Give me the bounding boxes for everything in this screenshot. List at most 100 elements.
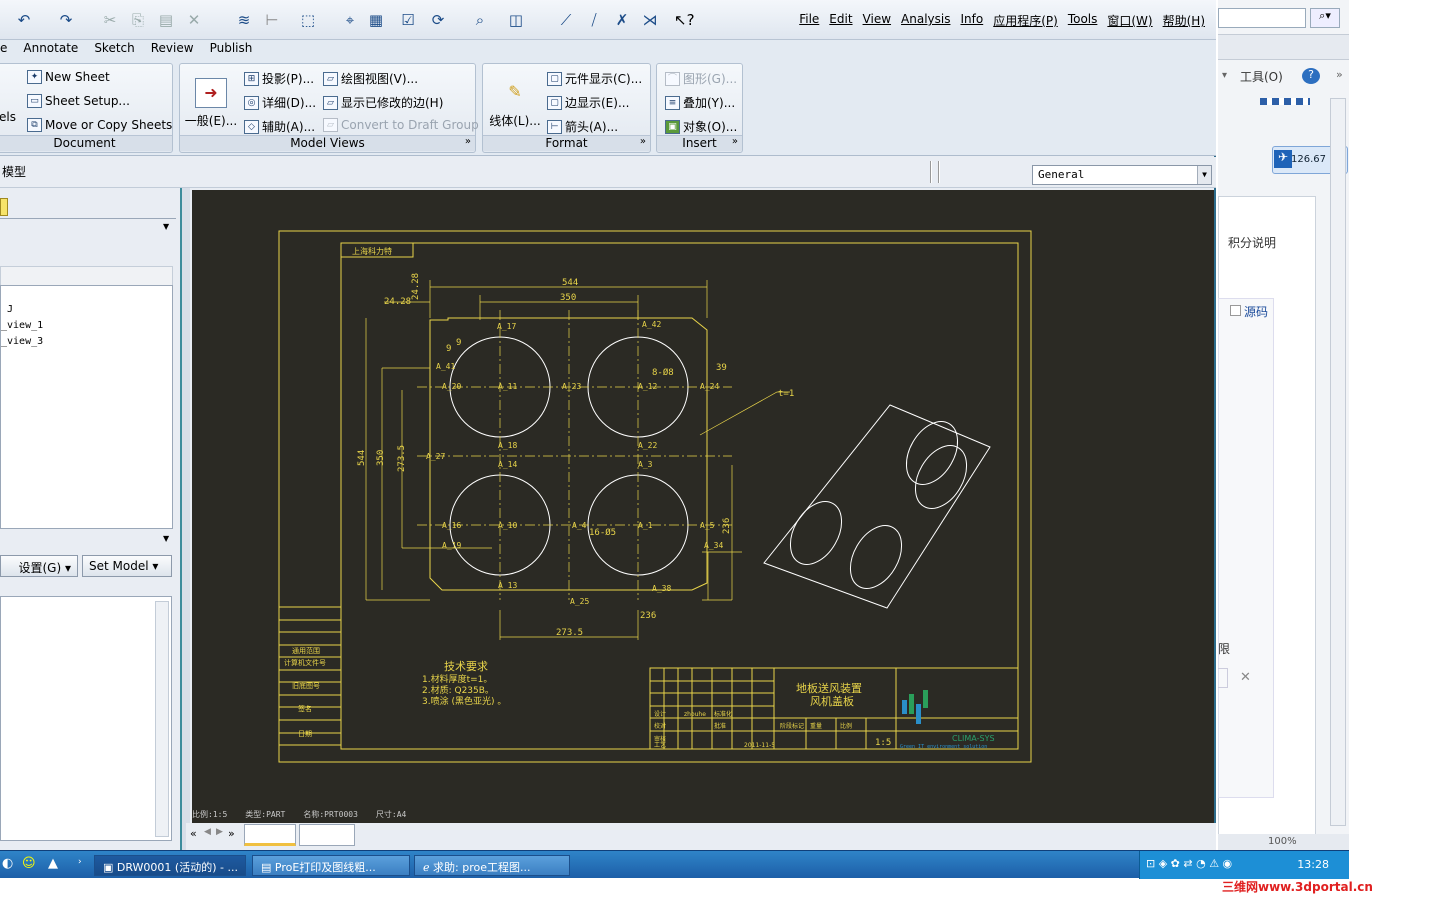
close-icon[interactable]: ✕: [1240, 670, 1251, 685]
scrollbar[interactable]: [155, 601, 169, 837]
copy-icon[interactable]: ⎘: [128, 10, 148, 30]
taskbar-item-pdf[interactable]: ▤ ProE打印及图线粗...: [252, 855, 410, 876]
source-checkbox[interactable]: [1230, 305, 1241, 316]
line-style-button[interactable]: ✎ 线体(L)...: [485, 78, 545, 129]
find-icon[interactable]: ⌖: [340, 10, 360, 30]
view-icon[interactable]: ◫: [506, 10, 526, 30]
help-icon[interactable]: ?: [1302, 68, 1320, 84]
drawing-view-button[interactable]: ▱ 绘图视图(V)...: [323, 70, 418, 87]
settings-button[interactable]: 设置(G) ▾: [0, 555, 78, 577]
arrow-button[interactable]: ⊢ 箭头(A)...: [547, 118, 618, 135]
tools-menu[interactable]: 工具(O): [1240, 68, 1283, 85]
set-model-button[interactable]: Set Model ▾: [82, 555, 172, 577]
input-clip[interactable]: [1218, 668, 1228, 688]
edge-display-button[interactable]: ▢ 边显示(E)...: [547, 94, 629, 111]
paste-icon[interactable]: ▤: [156, 10, 176, 30]
zoom-icon[interactable]: ⌕: [470, 10, 490, 30]
menu-analysis[interactable]: Analysis: [896, 12, 955, 29]
detail-button[interactable]: ◎ 详细(D)...: [244, 94, 316, 111]
layers-icon[interactable]: ≋: [234, 10, 254, 30]
tab-marker[interactable]: [0, 198, 8, 216]
expand-icon[interactable]: »: [465, 136, 471, 147]
select-box-icon[interactable]: ⬚: [298, 10, 318, 30]
last-sheet-icon[interactable]: »: [228, 827, 235, 840]
zoom-level[interactable]: 100%: [1268, 836, 1297, 847]
move-copy-sheets-button[interactable]: ⧉ Move or Copy Sheets: [27, 118, 172, 132]
search-icon[interactable]: ⌕▾: [1310, 8, 1340, 28]
drawing-canvas[interactable]: 544 350 24.28 24.28 9 9 8-Ø8 39 t=1 544 …: [192, 190, 1214, 823]
projection-button[interactable]: ⊞ 投影(P)...: [244, 70, 314, 87]
check-icon[interactable]: ☑: [398, 10, 418, 30]
expand-icon[interactable]: »: [732, 136, 738, 147]
sheet-setup-button[interactable]: ▭ Sheet Setup...: [27, 94, 130, 108]
more-icon[interactable]: »: [1336, 68, 1343, 81]
points-notes-link[interactable]: 积分说明: [1228, 234, 1276, 251]
taskbar-item-ie[interactable]: ℯ 求助: proe工程图...: [414, 855, 570, 876]
menu-info[interactable]: Info: [955, 12, 988, 29]
tab-review[interactable]: Review: [143, 40, 202, 60]
menu-file[interactable]: File: [794, 12, 824, 29]
overlay-button[interactable]: ≡ 叠加(Y)...: [665, 94, 735, 111]
table-icon[interactable]: ▦: [366, 10, 386, 30]
tab-layout[interactable]: e: [0, 40, 15, 60]
taskbar-item-drw[interactable]: ▣ DRW0001 (活动的) - ...: [94, 855, 246, 876]
next-sheet-icon[interactable]: ▶: [216, 827, 223, 837]
divide-icon[interactable]: ⋊: [640, 10, 660, 30]
menu-view[interactable]: View: [858, 12, 896, 29]
chevron-down-icon[interactable]: ▼: [163, 534, 169, 543]
filter-select[interactable]: General ▼: [1032, 165, 1212, 185]
object-button[interactable]: ▣ 对象(O)...: [665, 118, 737, 135]
cut-icon[interactable]: ✂: [100, 10, 120, 30]
new-sheet-button[interactable]: ✦ New Sheet: [27, 70, 110, 84]
model-views-group: ➜ 一般(E)... ⊞ 投影(P)... ◎ 详细(D)... ◇ 辅助(A)... …: [179, 63, 479, 153]
quicklaunch-icon[interactable]: ▲: [48, 856, 58, 871]
quicklaunch-icon[interactable]: ☺: [22, 856, 36, 871]
expand-icon[interactable]: »: [640, 136, 646, 147]
menu-tools[interactable]: Tools: [1063, 12, 1103, 29]
more-icon[interactable]: ›: [78, 857, 82, 867]
help-pointer-icon[interactable]: ↖?: [674, 10, 695, 30]
chevron-down-icon[interactable]: ▼: [1197, 166, 1211, 184]
auxiliary-label: 辅助(A)...: [262, 120, 316, 134]
tree-item[interactable]: _view_3: [1, 336, 43, 347]
convert-draft-group-button[interactable]: ▱ Convert to Draft Group: [323, 118, 479, 132]
chevron-down-icon[interactable]: ▾: [1222, 70, 1227, 81]
sheet-tab[interactable]: [244, 824, 296, 846]
regenerate-icon[interactable]: ⟳: [428, 10, 448, 30]
trim-icon[interactable]: ✗: [612, 10, 632, 30]
undo-icon[interactable]: ↶: [14, 10, 34, 30]
axis-label: A_16: [442, 521, 461, 530]
component-display-button[interactable]: ▢ 元件显示(C)...: [547, 70, 642, 87]
menu-edit[interactable]: Edit: [824, 12, 857, 29]
menu-help[interactable]: 帮助(H): [1158, 12, 1210, 29]
title-cell: 比例: [840, 722, 852, 730]
panel-splitter[interactable]: [180, 188, 190, 850]
sketch-icon[interactable]: ⟋: [556, 10, 576, 30]
chevron-down-icon[interactable]: ▼: [163, 222, 169, 231]
tab-sketch[interactable]: Sketch: [86, 40, 142, 60]
tab-annotate[interactable]: Annotate: [15, 40, 86, 60]
tree-item[interactable]: J: [7, 304, 13, 315]
graph-button[interactable]: ⌒ 图形(G)...: [665, 70, 737, 87]
menu-applications[interactable]: 应用程序(P): [988, 12, 1063, 29]
start-icon[interactable]: ◐: [2, 856, 13, 871]
tab-publish[interactable]: Publish: [202, 40, 261, 60]
redo-icon[interactable]: ↷: [56, 10, 76, 30]
menu-window[interactable]: 窗口(W): [1102, 12, 1157, 29]
tree-icon[interactable]: ⊢: [262, 10, 282, 30]
models-clipped-label[interactable]: els: [0, 110, 16, 124]
tree-item[interactable]: _view_1: [1, 320, 43, 331]
auxiliary-button[interactable]: ◇ 辅助(A)...: [244, 118, 315, 135]
line-icon[interactable]: ⧸: [584, 10, 604, 30]
tray-icons[interactable]: ⊡ ◈ ✿ ⇄ ◔ ⚠ ◉: [1146, 857, 1232, 870]
sheet-tab[interactable]: [299, 824, 355, 846]
prev-sheet-icon[interactable]: ◀: [204, 827, 211, 837]
general-view-icon: ➜: [195, 78, 227, 108]
delete-icon[interactable]: ✕: [184, 10, 204, 30]
first-sheet-icon[interactable]: «: [190, 827, 197, 840]
browser-search-input[interactable]: [1218, 8, 1306, 28]
browser-scrollbar[interactable]: [1330, 98, 1346, 826]
general-view-button[interactable]: ➜ 一般(E)...: [184, 78, 238, 129]
show-modified-edges-button[interactable]: ▱ 显示已修改的边(H): [323, 94, 443, 111]
title-cell: 校对: [654, 722, 666, 730]
